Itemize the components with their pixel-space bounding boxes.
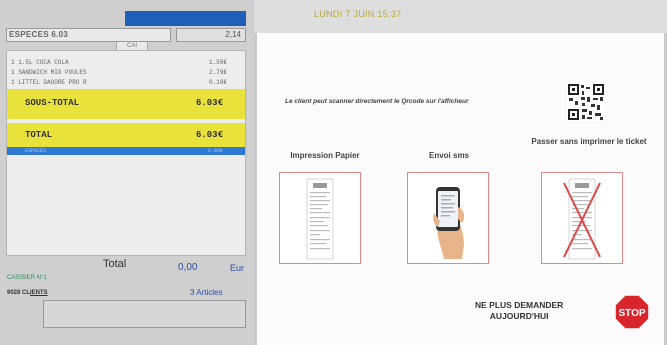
total-currency: Eur [230,263,245,273]
ticket-line[interactable]: 1 1.5L COCA COLA 1.59€ [11,59,239,68]
crossed-receipt-icon [563,178,601,260]
selected-payment-line[interactable]: ESPECES 6.03€ [7,147,245,155]
phone-in-hand-icon [433,187,465,259]
articles-count: 3 Articles [190,288,223,297]
total-row: TOTAL 6.03€ [7,123,245,147]
qr-code-icon [567,83,605,121]
date-time: LUNDI 7 JUIN 15:37 [314,9,402,19]
ticket-list: 1 1.5L COCA COLA 1.59€ 1 SANDWICH MIX POU… [6,50,246,256]
cashier-label: CAISSIER N°1 [7,275,47,281]
subtotal-value: 6.03€ [195,98,223,108]
header-blue-bar [125,11,246,26]
pos-panel: ESPECES 6.03 2,14 CAI 1 1.5L COCA COLA 1.… [0,0,254,345]
ticket-line[interactable]: 1 SANDWICH MIX POULES 2.79€ [11,69,239,78]
stop-sign-text: STOP [618,308,645,319]
dont-ask-again-label: NE PLUS DEMANDER AUJOURD'HUI [475,300,564,321]
option-print-paper-label: Impression Papier [290,151,360,160]
payment-amount: 2,14 [176,28,246,42]
subtotal-row: SOUS-TOTAL 6.03€ [7,89,245,119]
option-sms-button[interactable] [407,172,489,264]
total-value: 0,00 [178,262,198,273]
ticket-line[interactable]: 1 LITTEL DAGORE PRO R 0.18€ [11,79,239,88]
input-display-box[interactable] [43,300,246,328]
option-sms-label: Envoi sms [428,151,469,160]
option-skip-label: Passer sans imprimer le ticket [531,137,647,146]
total-label-ticket: TOTAL [25,130,53,140]
option-skip-button[interactable] [541,172,623,264]
paper-receipt-icon [306,178,334,260]
total-label: Total [103,258,127,270]
payment-row: ESPECES 6.03 2,14 [6,28,246,42]
qr-scan-instruction: Le client peut scanner directement le Qr… [285,98,469,105]
stop-sign-icon[interactable]: STOP [614,294,650,330]
payment-method-label: ESPECES 6.03 [6,28,171,42]
total-value-ticket: 6.03€ [195,130,223,140]
clients-label: 9028 CLIENTS [7,290,48,296]
subtotal-label: SOUS-TOTAL [25,98,80,108]
option-print-paper-button[interactable] [279,172,361,264]
